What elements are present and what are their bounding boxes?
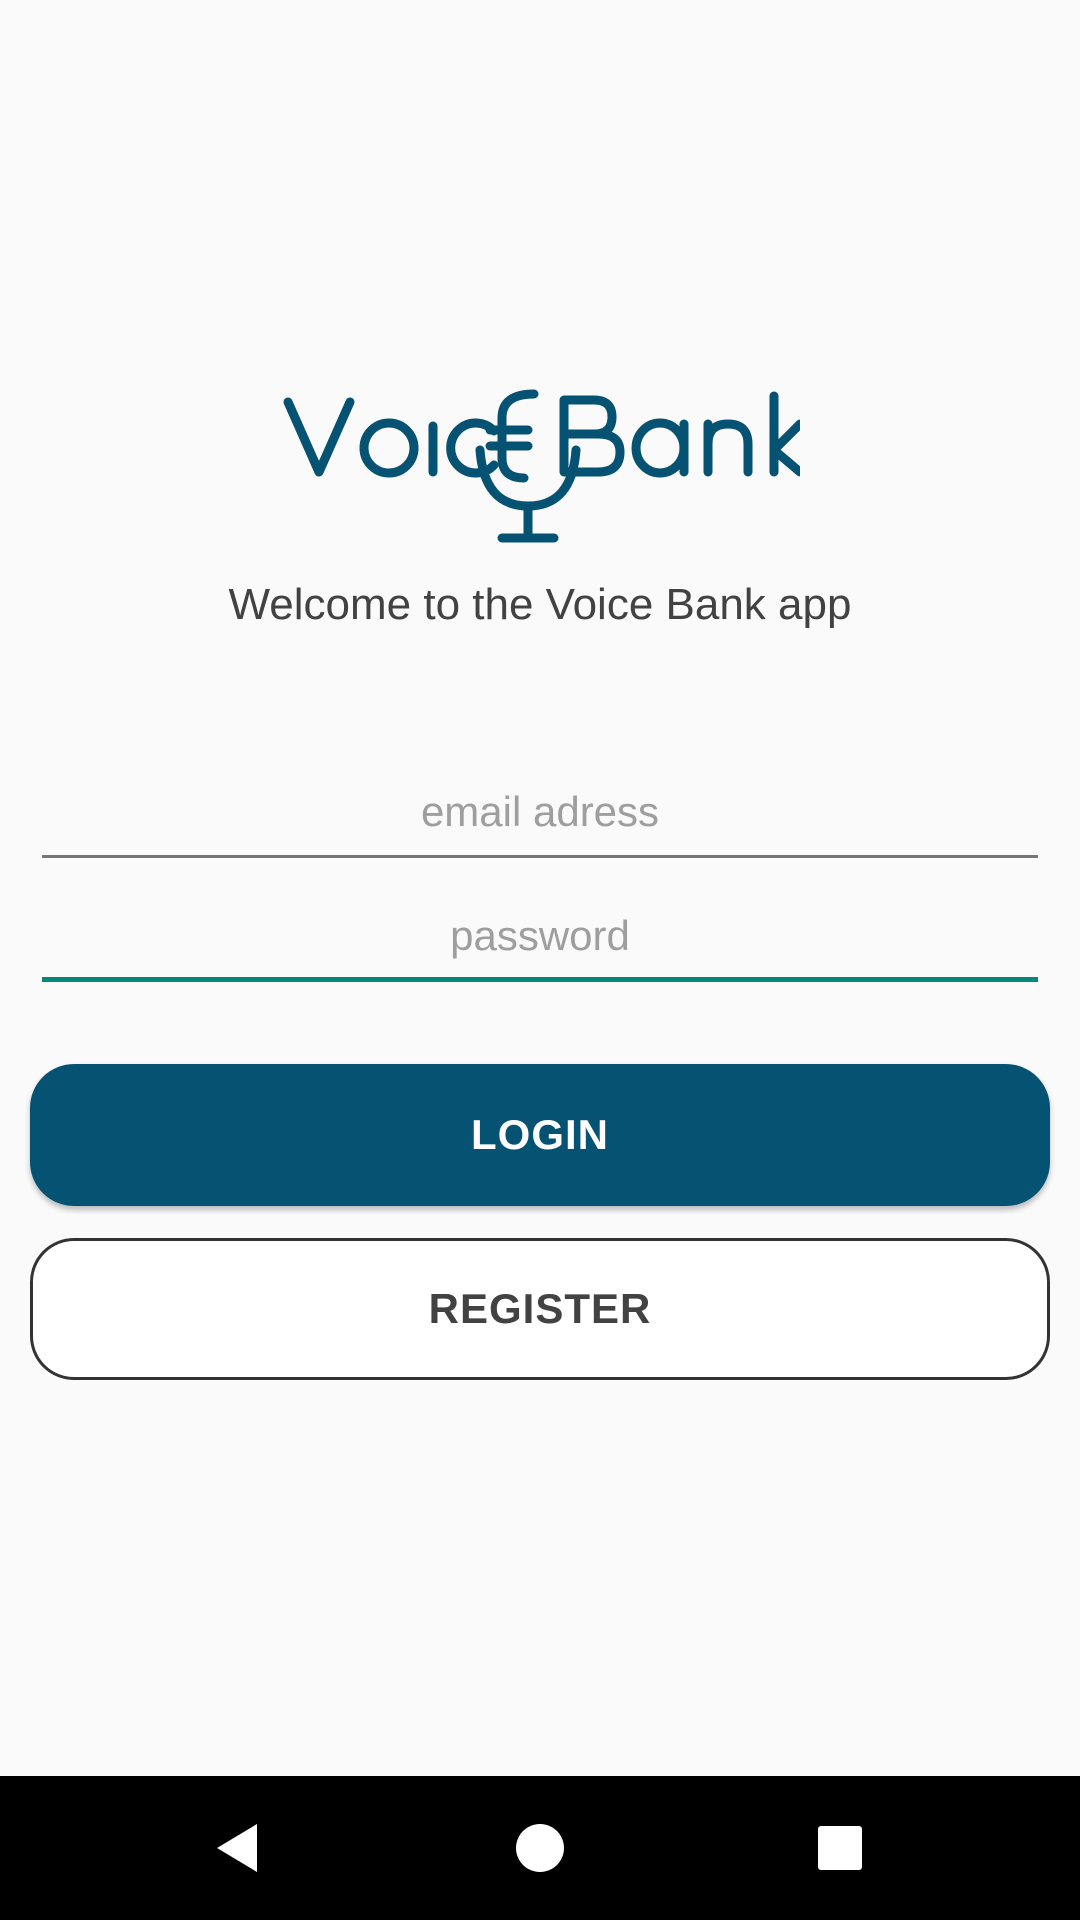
password-input[interactable] bbox=[42, 896, 1038, 976]
email-input[interactable] bbox=[42, 772, 1038, 852]
register-button[interactable]: REGISTER bbox=[30, 1238, 1050, 1380]
password-underline bbox=[42, 977, 1038, 982]
system-navigation-bar bbox=[0, 1776, 1080, 1920]
email-underline bbox=[42, 855, 1038, 858]
back-triangle-icon bbox=[217, 1824, 257, 1872]
welcome-message: Welcome to the Voice Bank app bbox=[228, 580, 852, 629]
password-field-container bbox=[42, 896, 1038, 982]
voicebank-logo bbox=[280, 388, 800, 548]
login-button[interactable]: LOGIN bbox=[30, 1064, 1050, 1206]
recents-square-icon bbox=[818, 1826, 862, 1870]
home-circle-icon bbox=[516, 1824, 564, 1872]
nav-back-button[interactable] bbox=[160, 1776, 320, 1920]
voicebank-logo-graphic bbox=[283, 389, 800, 543]
login-screen: Welcome to the Voice Bank app LOGIN REGI… bbox=[0, 0, 1080, 1776]
nav-home-button[interactable] bbox=[460, 1776, 620, 1920]
email-field-container bbox=[42, 772, 1038, 858]
nav-recents-button[interactable] bbox=[760, 1776, 920, 1920]
